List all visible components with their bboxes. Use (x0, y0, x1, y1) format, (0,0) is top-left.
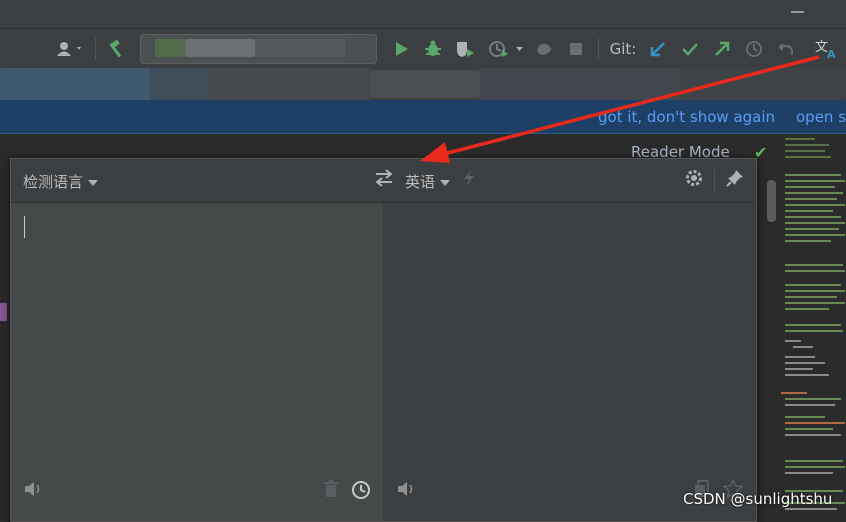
title-bar (0, 0, 846, 28)
minimize-icon[interactable] (791, 11, 804, 13)
blurred-region (210, 68, 370, 100)
target-language-label: 英语 (405, 173, 436, 191)
notification-banner: got it, don't show again open s (0, 100, 846, 134)
blurred-region (680, 68, 846, 100)
git-commit-icon[interactable] (678, 29, 702, 69)
blurred-region (150, 68, 210, 100)
quick-translate-icon[interactable] (462, 169, 476, 192)
main-toolbar: Git: 文A (0, 28, 846, 69)
gear-icon[interactable] (685, 169, 703, 192)
translation-output (384, 203, 756, 521)
editor-tabs-strip (0, 68, 846, 100)
open-settings-link[interactable]: open s (796, 108, 846, 126)
source-text-input[interactable] (11, 203, 383, 521)
swap-languages-icon[interactable] (374, 169, 394, 192)
blurred-region (370, 70, 480, 98)
coverage-icon[interactable] (452, 29, 478, 69)
blurred-region (155, 39, 185, 57)
debug-icon[interactable] (420, 29, 446, 69)
speaker-icon[interactable] (396, 480, 416, 503)
blurred-region (255, 39, 345, 57)
translation-popup-header: 检测语言 英语 (11, 159, 756, 203)
code-minimap[interactable] (781, 134, 846, 520)
chevron-down-icon (440, 179, 451, 186)
target-language-select[interactable]: 英语 (405, 171, 451, 192)
scrollbar-thumb[interactable] (767, 180, 776, 222)
source-language-label: 检测语言 (23, 173, 84, 191)
rollback-icon[interactable] (774, 29, 798, 69)
svg-text:A: A (827, 48, 836, 59)
pin-icon[interactable] (726, 169, 744, 192)
text-cursor (24, 216, 25, 238)
trash-icon[interactable] (323, 480, 339, 503)
history-icon[interactable] (351, 480, 371, 505)
gutter-fragment (0, 303, 7, 321)
speaker-icon[interactable] (23, 480, 43, 503)
git-update-icon[interactable] (646, 29, 670, 69)
run-icon[interactable] (390, 29, 414, 69)
translation-popup: 检测语言 英语 (10, 158, 757, 522)
profile-icon[interactable] (484, 29, 528, 69)
chevron-down-icon (88, 179, 99, 186)
translate-icon[interactable]: 文A (812, 29, 842, 69)
run-configuration-select[interactable] (140, 34, 377, 64)
history-icon[interactable] (742, 29, 766, 69)
stop-icon[interactable] (564, 29, 588, 69)
got-it-link[interactable]: got it, don't show again (598, 108, 775, 126)
toolbar-separator (95, 38, 96, 60)
blurred-region (0, 68, 150, 100)
gutter-fragment (0, 225, 6, 237)
git-label: Git: (609, 40, 637, 58)
user-icon[interactable] (52, 29, 88, 69)
header-separator (714, 170, 715, 192)
hammer-icon[interactable] (103, 29, 131, 69)
attach-icon[interactable] (532, 29, 556, 69)
watermark: CSDN @sunlightshu (683, 490, 833, 508)
toolbar-separator (598, 38, 599, 60)
git-push-icon[interactable] (710, 29, 734, 69)
source-language-select[interactable]: 检测语言 (23, 171, 99, 192)
blurred-region (480, 68, 680, 100)
blurred-region (185, 39, 255, 57)
